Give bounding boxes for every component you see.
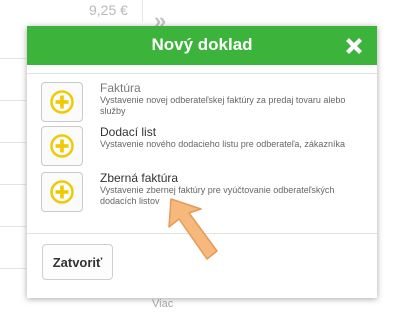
option-description: Vystavenie zbernej faktúry pre vyúčtovan… (100, 185, 335, 206)
close-dialog-button[interactable]: Zatvoriť (42, 244, 113, 280)
add-invoice-button[interactable] (41, 82, 83, 122)
close-button[interactable] (343, 35, 365, 57)
option-title: Dodací list (100, 125, 157, 139)
background-divider (142, 0, 143, 22)
background-row-line (0, 142, 26, 143)
option-description: Vystavenie nového dodacieho listu pre od… (100, 139, 345, 149)
option-invoice[interactable]: Faktúra Vystavenie novej odberateľskej f… (41, 81, 361, 126)
option-title: Faktúra (100, 81, 141, 95)
add-collective-invoice-button[interactable] (41, 172, 83, 212)
background-row-line (0, 268, 26, 269)
background-row-line (0, 100, 26, 101)
pointer-arrow-icon (168, 198, 218, 260)
close-x-icon (346, 38, 362, 54)
background-row-line (0, 58, 26, 59)
background-row-line (0, 184, 26, 185)
dialog-header: Nový doklad (27, 26, 377, 65)
plus-circle-icon (50, 134, 74, 158)
plus-circle-icon (50, 90, 74, 114)
add-delivery-note-button[interactable] (41, 126, 83, 166)
background-more-link[interactable]: Viac (152, 298, 173, 310)
option-description: Vystavenie novej odberateľskej faktúry z… (100, 95, 346, 116)
background-price: 9,25 € (89, 2, 128, 18)
option-title: Zberná faktúra (100, 171, 179, 185)
background-row-line (0, 226, 26, 227)
plus-circle-icon (50, 180, 74, 204)
option-delivery-note[interactable]: Dodací list Vystavenie nového dodacieho … (41, 125, 361, 170)
dialog-title: Nový doklad (151, 35, 253, 54)
dialog-divider (27, 73, 377, 74)
